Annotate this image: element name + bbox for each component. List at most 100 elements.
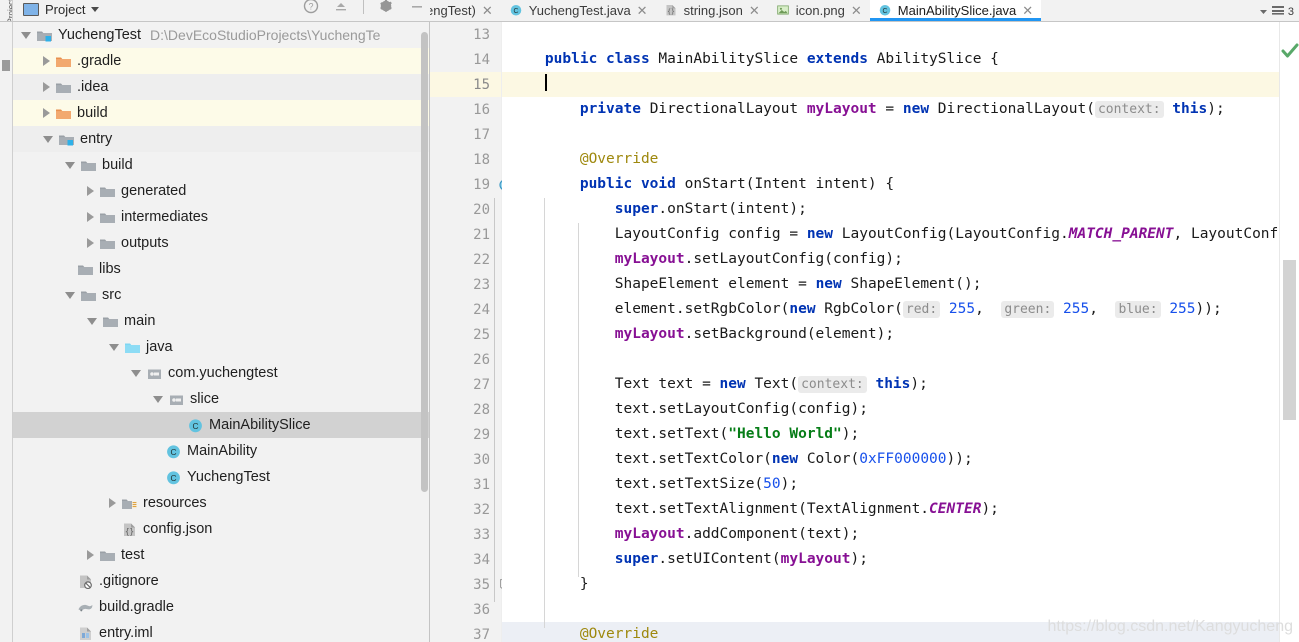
- editor-tab-label: string.json: [683, 2, 743, 18]
- chevron-down-icon[interactable]: [87, 317, 97, 325]
- inspection-rail[interactable]: [1279, 22, 1299, 642]
- code-line-15[interactable]: [502, 72, 1279, 97]
- editor-tab-0[interactable]: gradle (YuchengTest) ✕: [430, 0, 501, 21]
- chevron-right-icon[interactable]: [87, 186, 94, 196]
- tree-node-config-json[interactable]: {} config.json: [13, 516, 429, 542]
- tree-node-src[interactable]: src: [13, 282, 429, 308]
- gear-icon[interactable]: [378, 0, 394, 19]
- tree-node-main[interactable]: main: [13, 308, 429, 334]
- tabs-overflow-control[interactable]: 3: [1254, 3, 1299, 21]
- code-line-18[interactable]: @Override: [502, 147, 1279, 172]
- chevron-right-icon[interactable]: [43, 82, 50, 92]
- close-icon[interactable]: ✕: [637, 4, 648, 17]
- project-tree[interactable]: YuchengTest D:\DevEcoStudioProjects\Yuche…: [13, 22, 430, 642]
- editor-tab-2[interactable]: {} string.json ✕: [656, 0, 768, 21]
- chevron-down-icon[interactable]: [65, 291, 75, 299]
- code-line-17[interactable]: [502, 122, 1279, 147]
- code-line-22[interactable]: myLayout.setLayoutConfig(config);: [502, 247, 1279, 272]
- tree-node-com-yuchengtest[interactable]: com.yuchengtest: [13, 360, 429, 386]
- help-icon[interactable]: ?: [303, 0, 319, 19]
- chevron-down-icon[interactable]: [65, 161, 75, 169]
- tree-node-label: config.json: [143, 520, 213, 537]
- tree-node--idea[interactable]: .idea: [13, 74, 429, 100]
- code-line-37[interactable]: @Override: [502, 622, 1279, 642]
- toolwindow-rail[interactable]: [0, 22, 13, 642]
- tree-node-entry-iml[interactable]: entry.iml: [13, 620, 429, 642]
- minimize-icon[interactable]: [408, 0, 426, 19]
- close-icon[interactable]: ✕: [482, 4, 493, 17]
- tree-node-yuchengtest[interactable]: C YuchengTest: [13, 464, 429, 490]
- project-toolwindow-title-button[interactable]: Project: [13, 2, 100, 17]
- code-line-29[interactable]: text.setText("Hello World");: [502, 422, 1279, 447]
- chevron-down-icon[interactable]: [109, 343, 119, 351]
- code-line-13[interactable]: [502, 22, 1279, 47]
- tree-node-mainabilityslice[interactable]: C MainAbilitySlice: [13, 412, 429, 438]
- chevron-down-icon[interactable]: [1259, 3, 1268, 21]
- tree-node-build[interactable]: build: [13, 100, 429, 126]
- tree-node-entry[interactable]: entry: [13, 126, 429, 152]
- code-line-21[interactable]: LayoutConfig config = new LayoutConfig(L…: [502, 222, 1279, 247]
- close-icon[interactable]: ✕: [1022, 4, 1033, 17]
- collapse-icon[interactable]: [333, 0, 349, 19]
- chevron-down-icon[interactable]: [43, 135, 53, 143]
- tree-node-mainability[interactable]: C MainAbility: [13, 438, 429, 464]
- chevron-right-icon[interactable]: [87, 550, 94, 560]
- iml-icon: [77, 626, 94, 641]
- editor-tab-1[interactable]: C YuchengTest.java ✕: [501, 0, 656, 21]
- tree-node-intermediates[interactable]: intermediates: [13, 204, 429, 230]
- editor-gutter[interactable]: 13 14 15 16 17 18 19 20 21 22 23 24 25 26 27 28 29 30 31 32…: [430, 22, 512, 642]
- code-line-27[interactable]: Text text = new Text(context: this);: [502, 372, 1279, 397]
- chevron-down-icon[interactable]: [91, 6, 100, 12]
- code-line-30[interactable]: text.setTextColor(new Color(0xFF000000))…: [502, 447, 1279, 472]
- code-line-34[interactable]: super.setUIContent(myLayout);: [502, 547, 1279, 572]
- chevron-down-icon[interactable]: [131, 369, 141, 377]
- code-token: Text text =: [614, 376, 720, 392]
- code-line-20[interactable]: super.onStart(intent);: [502, 197, 1279, 222]
- chevron-down-icon[interactable]: [21, 31, 31, 39]
- toolwindow-side-strip[interactable]: 1: Project: [0, 0, 13, 21]
- code-line-32[interactable]: text.setTextAlignment(TextAlignment.CENT…: [502, 497, 1279, 522]
- code-line-24[interactable]: element.setRgbColor(new RgbColor(red: 25…: [502, 297, 1279, 322]
- code-line-31[interactable]: text.setTextSize(50);: [502, 472, 1279, 497]
- editor-tab-4[interactable]: C MainAbilitySlice.java ✕: [869, 0, 1042, 21]
- close-icon[interactable]: ✕: [749, 4, 760, 17]
- chevron-right-icon[interactable]: [43, 56, 50, 66]
- tree-node-build[interactable]: build: [13, 152, 429, 178]
- chevron-right-icon[interactable]: [87, 238, 94, 248]
- close-icon[interactable]: ✕: [851, 4, 862, 17]
- chevron-down-icon[interactable]: [153, 395, 163, 403]
- code-line-35[interactable]: }: [502, 572, 1279, 597]
- code-line-36[interactable]: [502, 597, 1279, 622]
- tree-node--gradle[interactable]: .gradle: [13, 48, 429, 74]
- code-line-26[interactable]: [502, 347, 1279, 372]
- code-line-33[interactable]: myLayout.addComponent(text);: [502, 522, 1279, 547]
- parameter-hint: green:: [1001, 301, 1055, 318]
- code-line-14[interactable]: public class MainAbilitySlice extends Ab…: [502, 47, 1279, 72]
- tree-node--gitignore[interactable]: .gitignore: [13, 568, 429, 594]
- code-token: myLayout: [780, 551, 851, 567]
- code-content[interactable]: public class MainAbilitySlice extends Ab…: [502, 22, 1279, 642]
- tree-node-resources[interactable]: resources: [13, 490, 429, 516]
- code-line-16[interactable]: private DirectionalLayout myLayout = new…: [502, 97, 1279, 122]
- editor-tab-3[interactable]: icon.png ✕: [768, 0, 870, 21]
- tree-node-test[interactable]: test: [13, 542, 429, 568]
- fold-column[interactable]: [488, 22, 501, 642]
- tree-node-build-gradle[interactable]: build.gradle: [13, 594, 429, 620]
- tree-node-java[interactable]: java: [13, 334, 429, 360]
- tree-node-slice[interactable]: slice: [13, 386, 429, 412]
- code-line-28[interactable]: text.setLayoutConfig(config);: [502, 397, 1279, 422]
- tree-node-generated[interactable]: generated: [13, 178, 429, 204]
- tree-node-outputs[interactable]: outputs: [13, 230, 429, 256]
- editor-scrollbar-thumb[interactable]: [1283, 260, 1296, 420]
- code-line-23[interactable]: ShapeElement element = new ShapeElement(…: [502, 272, 1279, 297]
- json-icon: {}: [121, 522, 138, 537]
- code-line-19[interactable]: public void onStart(Intent intent) {: [502, 172, 1279, 197]
- code-line-25[interactable]: myLayout.setBackground(element);: [502, 322, 1279, 347]
- tab-list-icon[interactable]: [1271, 3, 1285, 21]
- chevron-right-icon[interactable]: [87, 212, 94, 222]
- chevron-right-icon[interactable]: [109, 498, 116, 508]
- tree-node-yuchengtest[interactable]: YuchengTest D:\DevEcoStudioProjects\Yuche…: [13, 22, 429, 48]
- tree-node-libs[interactable]: libs: [13, 256, 429, 282]
- chevron-right-icon[interactable]: [43, 108, 50, 118]
